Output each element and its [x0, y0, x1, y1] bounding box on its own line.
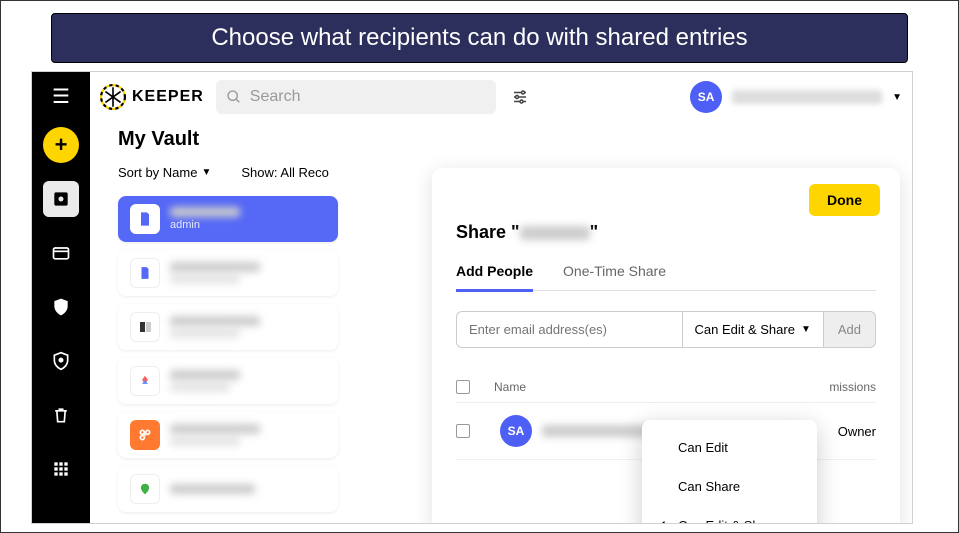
tab-one-time-share[interactable]: One-Time Share: [563, 263, 666, 290]
record-subtitle-redacted: [170, 274, 240, 284]
person-avatar: SA: [500, 415, 532, 447]
nav-security[interactable]: [43, 289, 79, 325]
record-item-selected[interactable]: admin: [118, 196, 338, 242]
grid-icon: [51, 459, 71, 479]
dropdown-option-can-edit[interactable]: Can Edit: [642, 428, 817, 467]
share-title: Share "": [456, 222, 876, 243]
record-subtitle-redacted: [170, 382, 230, 392]
select-all-checkbox[interactable]: [456, 380, 470, 394]
sidebar: ☰ +: [32, 72, 90, 523]
hamburger-menu-icon[interactable]: ☰: [52, 84, 70, 109]
filter-button[interactable]: [508, 85, 532, 109]
col-name: Name: [486, 380, 776, 394]
record-subtitle: admin: [170, 219, 240, 231]
app-frame: ☰ + KEEPER Search: [31, 71, 913, 524]
dropdown-option-can-edit-share[interactable]: Can Edit & Share: [642, 506, 817, 524]
add-people-button[interactable]: Add: [823, 311, 876, 348]
record-icon: [130, 312, 160, 342]
user-area[interactable]: SA ________________ ▼: [690, 81, 902, 113]
nav-payments[interactable]: [43, 235, 79, 271]
nav-breachwatch[interactable]: [43, 343, 79, 379]
shield-alert-icon: [51, 351, 71, 371]
record-icon: [130, 420, 160, 450]
chevron-down-icon: ▼: [801, 324, 811, 335]
shield-icon: [51, 297, 71, 317]
record-icon: [130, 204, 160, 234]
logo-text: KEEPER: [132, 88, 204, 106]
show-control[interactable]: Show: All Reco: [241, 165, 328, 180]
share-modal: Done Share "" Add People One-Time Share …: [432, 168, 900, 524]
search-box[interactable]: Search: [216, 80, 496, 114]
record-list: admin: [118, 196, 338, 512]
record-title-redacted: [170, 424, 260, 434]
record-item[interactable]: [118, 412, 338, 458]
done-button[interactable]: Done: [809, 184, 880, 216]
record-title-redacted: [170, 207, 240, 217]
record-item[interactable]: [118, 466, 338, 512]
top-bar: KEEPER Search SA ________________ ▼: [90, 72, 912, 122]
record-title-redacted: [170, 262, 260, 272]
record-icon: [130, 474, 160, 504]
share-tabs: Add People One-Time Share: [456, 263, 876, 291]
col-permissions: missions: [776, 380, 876, 394]
sort-control[interactable]: Sort by Name▼: [118, 165, 211, 180]
vault-icon: [51, 189, 71, 209]
email-input[interactable]: [456, 311, 682, 348]
record-item[interactable]: [118, 358, 338, 404]
permission-dropdown: Can Edit Can Share Can Edit & Share View…: [642, 420, 817, 524]
trash-icon: [51, 405, 71, 425]
record-icon: [130, 258, 160, 288]
page-title: My Vault: [118, 128, 898, 151]
logo-icon: [100, 84, 126, 110]
record-subtitle-redacted: [170, 436, 240, 446]
dropdown-option-can-share[interactable]: Can Share: [642, 467, 817, 506]
people-table-header: Name missions: [456, 372, 876, 403]
logo: KEEPER: [100, 84, 204, 110]
user-name-redacted: ________________: [732, 90, 882, 104]
sliders-icon: [511, 88, 529, 106]
user-avatar: SA: [690, 81, 722, 113]
add-people-row: Can Edit & Share▼ Add: [456, 311, 876, 348]
record-title-redacted: [170, 370, 240, 380]
tab-add-people[interactable]: Add People: [456, 263, 533, 292]
row-checkbox[interactable]: [456, 424, 470, 438]
record-item[interactable]: [118, 250, 338, 296]
record-title-redacted: [170, 484, 255, 494]
instruction-banner: Choose what recipients can do with share…: [51, 13, 908, 63]
add-button[interactable]: +: [43, 127, 79, 163]
search-placeholder: Search: [250, 88, 301, 106]
permission-select[interactable]: Can Edit & Share▼: [682, 311, 823, 348]
nav-trash[interactable]: [43, 397, 79, 433]
nav-vault[interactable]: [43, 181, 79, 217]
record-title-redacted: [170, 316, 260, 326]
record-icon: [130, 366, 160, 396]
share-entry-name-redacted: [520, 226, 590, 240]
search-icon: [226, 89, 242, 105]
chevron-down-icon: ▼: [892, 92, 902, 103]
record-subtitle-redacted: [170, 328, 240, 338]
nav-apps[interactable]: [43, 451, 79, 487]
main-area: My Vault Sort by Name▼ Show: All Reco ad…: [104, 122, 912, 523]
record-item[interactable]: [118, 304, 338, 350]
card-icon: [51, 243, 71, 263]
